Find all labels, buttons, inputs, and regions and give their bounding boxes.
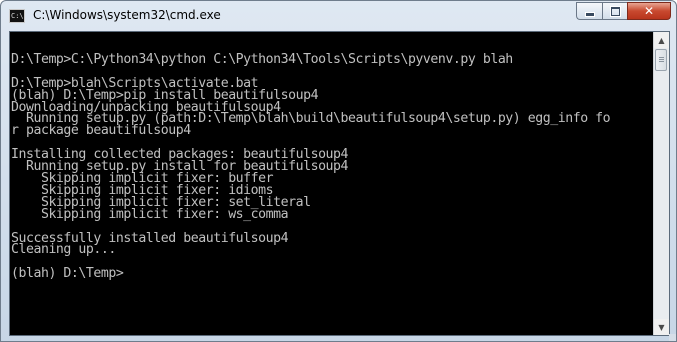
console-output[interactable]: D:\Temp>C:\Python34\python C:\Python34\T… xyxy=(10,32,653,335)
console-text: D:\Temp>C:\Python34\python C:\Python34\T… xyxy=(10,32,653,282)
maximize-icon xyxy=(610,6,620,16)
console-line: (blah) D:\Temp> xyxy=(11,266,124,282)
close-icon: ✕ xyxy=(643,4,655,18)
cmd-app-icon[interactable]: C:\ xyxy=(9,9,25,23)
close-button[interactable]: ✕ xyxy=(627,2,671,20)
console-line: r package beautifulsoup4 xyxy=(11,123,191,139)
minimize-icon xyxy=(584,11,595,17)
window-controls: ✕ xyxy=(576,2,671,21)
thumb-grip-line xyxy=(659,57,664,58)
scroll-up-arrow-icon: ▲ xyxy=(658,35,665,45)
resize-grip[interactable] xyxy=(669,334,676,341)
console-frame: D:\Temp>C:\Python34\python C:\Python34\T… xyxy=(9,31,670,336)
console-line: Cleaning up... xyxy=(11,242,116,258)
cmd-window: C:\ C:\Windows\system32\cmd.exe ✕ D:\Tem… xyxy=(0,0,677,342)
minimize-button[interactable] xyxy=(576,2,602,20)
scroll-down-button[interactable]: ▼ xyxy=(654,319,669,335)
scroll-thumb[interactable] xyxy=(655,49,667,71)
console-line: D:\Temp>C:\Python34\python C:\Python34\T… xyxy=(11,51,513,67)
title-bar[interactable]: C:\ C:\Windows\system32\cmd.exe ✕ xyxy=(1,1,676,31)
console-line: Skipping implicit fixer: ws_comma xyxy=(11,206,289,222)
maximize-button[interactable] xyxy=(602,2,627,20)
scroll-up-button[interactable]: ▲ xyxy=(654,32,669,48)
vertical-scrollbar[interactable]: ▲ ▼ xyxy=(653,32,669,335)
scroll-down-arrow-icon: ▼ xyxy=(658,322,665,332)
thumb-grip-line xyxy=(659,61,664,62)
thumb-grip-line xyxy=(659,59,664,60)
window-title: C:\Windows\system32\cmd.exe xyxy=(33,8,221,22)
